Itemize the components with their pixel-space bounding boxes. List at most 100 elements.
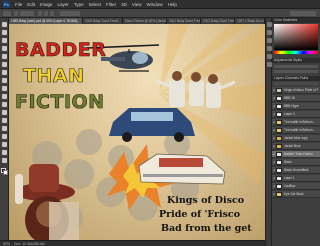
marquee-tool-icon[interactable] <box>2 30 7 35</box>
layer-thumbnail <box>276 143 282 149</box>
color-panel-header[interactable]: Color Swatches <box>272 18 320 23</box>
layer-row[interactable]: ● The battle in Bottom... <box>272 119 320 126</box>
document-canvas[interactable]: BADDER THAN FICTION Kings of Disco Pride… <box>9 24 265 240</box>
layer-name: The battle in Bottom... <box>284 120 316 124</box>
layer-row[interactable]: ● Jacket Blue <box>272 143 320 150</box>
layer-row[interactable]: ● Badder Than Fiction <box>272 151 320 158</box>
menu-filter[interactable]: Filter <box>106 2 116 7</box>
option-toggle[interactable] <box>38 11 42 16</box>
layer-name: Jacket Blue <box>284 144 301 148</box>
hue-slider[interactable] <box>274 51 318 54</box>
caption-line-3: Bad from the get <box>161 223 252 234</box>
photoshop-window: Ps File Edit Image Layer Type Select Fil… <box>0 0 320 246</box>
layer-row[interactable]: ● BBB 16 <box>272 95 320 102</box>
option-toggle[interactable] <box>50 11 54 16</box>
option-dropdown[interactable] <box>60 11 80 16</box>
headline-line-3: FICTION <box>15 91 105 113</box>
menu-view[interactable]: View <box>132 2 142 7</box>
layer-row[interactable]: ● Layer 1 <box>272 175 320 182</box>
layer-thumbnail <box>276 135 282 141</box>
layer-name: Layer 1 <box>284 176 295 180</box>
eyedropper-tool-icon[interactable] <box>2 62 7 67</box>
menu-help[interactable]: Help <box>168 2 177 7</box>
tools-panel <box>0 18 9 240</box>
document-size: Doc: 10.3M/285.0M <box>14 241 45 246</box>
path-select-tool-icon[interactable] <box>2 150 7 155</box>
headline-line-1: BADDER <box>15 39 107 61</box>
cadillac <box>138 153 226 185</box>
layer-row[interactable]: ●Kings of disco Pride of Frisco <box>272 87 320 94</box>
layer-name: Black <box>284 160 292 164</box>
layer-row[interactable]: ● Jacket blue copy <box>272 135 320 142</box>
menu-window[interactable]: Window <box>147 2 163 7</box>
blur-tool-icon[interactable] <box>2 118 7 123</box>
eraser-tool-icon[interactable] <box>2 102 7 107</box>
layer-name: Eye Car Blast <box>284 192 304 196</box>
layer-name: Badder Than Fiction <box>284 152 313 156</box>
layer-thumbnail <box>276 151 282 157</box>
color-picker-field[interactable] <box>274 24 318 50</box>
layer-name: Layer 3 <box>284 112 295 116</box>
layer-name: BBB Hype <box>284 104 299 108</box>
workspace-switcher[interactable] <box>290 11 316 16</box>
layer-name: Black Growsftbck <box>284 168 309 172</box>
background-color-swatch[interactable] <box>3 170 8 175</box>
layer-row[interactable]: ● The battle in Bottom... <box>272 127 320 134</box>
layer-blend-mode[interactable] <box>274 82 318 85</box>
options-bar <box>0 9 320 18</box>
layer-thumbnail <box>276 127 282 133</box>
menu-bar: Ps File Edit Image Layer Type Select Fil… <box>0 0 320 9</box>
layer-thumbnail <box>276 103 282 109</box>
history-brush-tool-icon[interactable] <box>2 94 7 99</box>
layer-row[interactable]: ● Cadillac <box>272 183 320 190</box>
layer-thumbnail <box>276 111 282 117</box>
menu-file[interactable]: File <box>15 2 22 7</box>
panel-dock-strip <box>265 18 272 246</box>
crop-tool-icon[interactable] <box>2 54 7 59</box>
layer-name: BBB 16 <box>284 96 295 100</box>
layer-row[interactable]: ● Eye Car Blast <box>272 191 320 198</box>
option-toggle[interactable] <box>14 11 18 16</box>
layer-thumbnail <box>276 87 282 93</box>
hand-tool-icon[interactable] <box>2 158 7 163</box>
adjustments-panel-header[interactable]: Adjustments Styles <box>272 58 320 63</box>
layer-thumbnail <box>276 191 282 197</box>
menu-select[interactable]: Select <box>89 2 102 7</box>
menu-type[interactable]: Type <box>74 2 84 7</box>
pen-tool-icon[interactable] <box>2 134 7 139</box>
lasso-tool-icon[interactable] <box>2 38 7 43</box>
menu-layer[interactable]: Layer <box>58 2 69 7</box>
quick-select-tool-icon[interactable] <box>2 46 7 51</box>
layer-name: Cadillac <box>284 184 296 188</box>
layers-panel-header[interactable]: Layers Channels Paths <box>272 76 320 81</box>
healing-brush-tool-icon[interactable] <box>2 70 7 75</box>
option-dropdown[interactable] <box>20 11 34 16</box>
layer-row[interactable]: ● Layer 3 <box>272 111 320 118</box>
layer-thumbnail <box>276 167 282 173</box>
layer-row[interactable]: ● Black Growsftbck <box>272 167 320 174</box>
adjustment-icons-row[interactable] <box>274 70 318 73</box>
headline-line-2: THAN <box>23 65 85 87</box>
move-tool-icon[interactable] <box>2 22 7 27</box>
menu-edit[interactable]: Edit <box>27 2 35 7</box>
brush-tool-icon[interactable] <box>2 78 7 83</box>
option-toggle[interactable] <box>44 11 48 16</box>
layer-thumbnail <box>276 175 282 181</box>
clone-stamp-tool-icon[interactable] <box>2 86 7 91</box>
adjustment-icons-row[interactable] <box>274 65 318 68</box>
layer-thumbnail <box>276 183 282 189</box>
type-tool-icon[interactable] <box>2 142 7 147</box>
zoom-level[interactable]: 50% <box>3 242 10 246</box>
menu-image[interactable]: Image <box>40 2 53 7</box>
layer-name: Kings of disco Pride of Frisco <box>284 88 318 92</box>
dodge-tool-icon[interactable] <box>2 126 7 131</box>
layer-row[interactable]: ● BBB Hype <box>272 103 320 110</box>
layer-row[interactable]: ● Black <box>272 159 320 166</box>
layer-name: Jacket blue copy <box>284 136 308 140</box>
layer-name: The battle in Bottom... <box>284 128 316 132</box>
tool-preset-picker[interactable] <box>3 11 11 16</box>
gradient-tool-icon[interactable] <box>2 110 7 115</box>
caption-line-2: Pride of 'Frisco <box>159 209 241 220</box>
caption-line-1: Kings of Disco <box>167 195 245 206</box>
menu-3d[interactable]: 3D <box>121 2 127 7</box>
